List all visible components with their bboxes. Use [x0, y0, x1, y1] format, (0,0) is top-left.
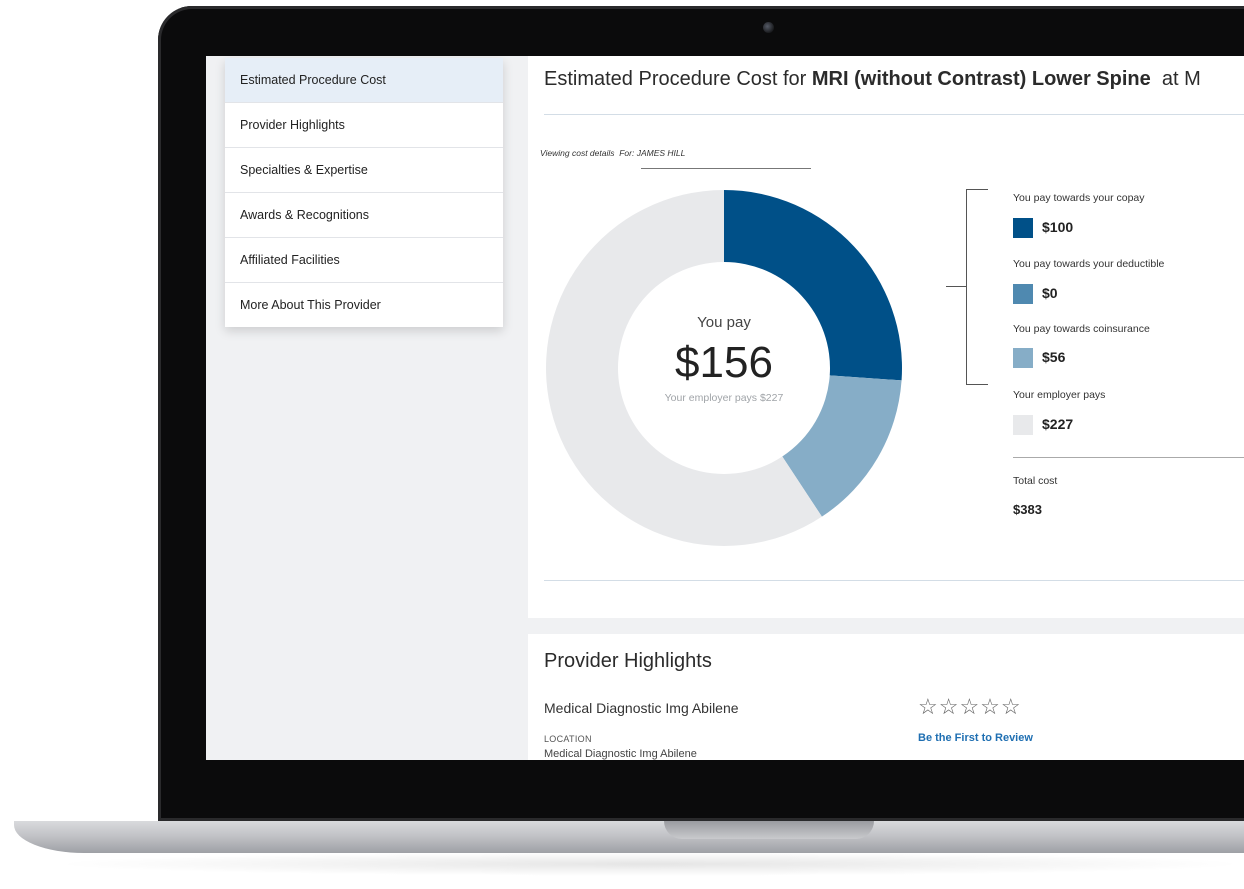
- provider-highlights-panel: Provider Highlights Medical Diagnostic I…: [528, 634, 1244, 760]
- employer-label: Your employer pays: [1013, 389, 1106, 401]
- nav-item-provider-highlights[interactable]: Provider Highlights: [225, 103, 503, 148]
- location-value: Medical Diagnostic Img Abilene: [544, 748, 697, 760]
- star-rating-icon[interactable]: ☆☆☆☆☆: [918, 694, 1022, 720]
- webcam: [763, 22, 774, 33]
- viewing-label: Viewing cost details: [540, 148, 615, 158]
- nav-item-estimated-procedure-cost[interactable]: Estimated Procedure Cost: [225, 58, 503, 103]
- coinsurance-value: $56: [1042, 349, 1066, 365]
- laptop-notch: [664, 821, 874, 839]
- total-cost-value: $383: [1013, 502, 1042, 517]
- screen: Estimated Procedure Cost Provider Highli…: [206, 56, 1244, 760]
- legend-bracket-connector: [946, 286, 966, 287]
- laptop-base: [14, 821, 1244, 853]
- provider-name: Medical Diagnostic Img Abilene: [544, 700, 739, 716]
- cost-title-prefix: Estimated Procedure Cost for: [544, 68, 812, 90]
- employer-pays-note: Your employer pays $227: [664, 392, 784, 404]
- estimated-cost-panel: Estimated Procedure Cost for MRI (withou…: [528, 56, 1244, 618]
- cost-title-suffix: at M: [1150, 68, 1201, 90]
- legend-bracket: [966, 189, 967, 384]
- legend-bracket-top: [966, 189, 988, 190]
- highlights-title: Provider Highlights: [544, 650, 712, 672]
- viewing-cost-details: Viewing cost details For: JAMES HILL: [540, 148, 685, 158]
- section-nav: Estimated Procedure Cost Provider Highli…: [225, 58, 503, 327]
- laptop-shadow: [50, 852, 1244, 876]
- title-divider: [544, 114, 1244, 115]
- cost-bottom-divider: [544, 580, 1244, 581]
- total-cost-label: Total cost: [1013, 475, 1058, 487]
- copay-value: $100: [1042, 219, 1074, 235]
- employer-swatch: [1013, 415, 1033, 435]
- coinsurance-swatch: [1013, 348, 1033, 368]
- location-label: LOCATION: [544, 734, 592, 744]
- cost-title: Estimated Procedure Cost for MRI (withou…: [544, 68, 1201, 91]
- nav-item-affiliated-facilities[interactable]: Affiliated Facilities: [225, 238, 503, 283]
- total-divider: [1013, 457, 1244, 458]
- copay-swatch: [1013, 218, 1033, 238]
- member-select-underline: [641, 168, 811, 169]
- nav-item-awards-recognitions[interactable]: Awards & Recognitions: [225, 193, 503, 238]
- legend-bracket-bottom: [966, 384, 988, 385]
- viewing-member[interactable]: For: JAMES HILL: [619, 148, 685, 158]
- employer-value: $227: [1042, 416, 1074, 432]
- procedure-name: MRI (without Contrast) Lower Spine: [811, 68, 1151, 90]
- coinsurance-label: You pay towards coinsurance: [1013, 323, 1150, 335]
- nav-item-specialties-expertise[interactable]: Specialties & Expertise: [225, 148, 503, 193]
- you-pay-amount: $156: [675, 338, 773, 387]
- deductible-label: You pay towards your deductible: [1013, 258, 1165, 270]
- nav-item-more-about-provider[interactable]: More About This Provider: [225, 283, 503, 327]
- you-pay-label: You pay: [697, 314, 751, 331]
- first-review-link[interactable]: Be the First to Review: [918, 732, 1033, 744]
- deductible-swatch: [1013, 284, 1033, 304]
- copay-label: You pay towards your copay: [1013, 192, 1145, 204]
- deductible-value: $0: [1042, 285, 1058, 301]
